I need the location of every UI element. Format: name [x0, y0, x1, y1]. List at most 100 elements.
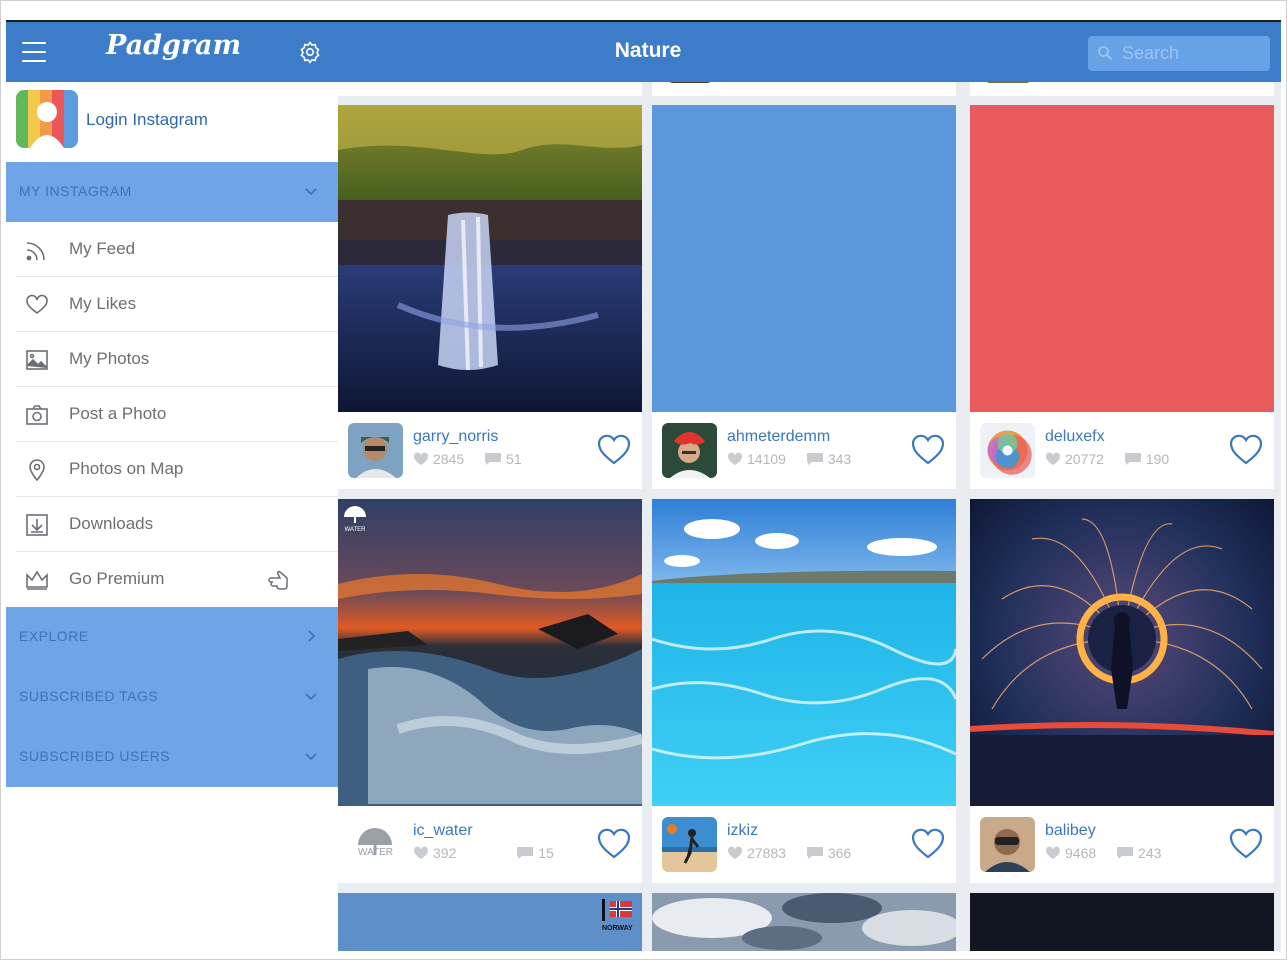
photo-card[interactable]: izkiz 27883 366 [652, 499, 956, 883]
search-box[interactable] [1088, 36, 1270, 71]
sidebar-item-label: Downloads [69, 514, 154, 533]
like-count: 14109 [727, 451, 786, 467]
sidebar-item-photos-on-map[interactable]: Photos on Map [6, 442, 338, 497]
post-image[interactable] [338, 499, 642, 806]
photo-card[interactable]: balibey 9468 243 [970, 499, 1274, 883]
post-image[interactable] [652, 893, 956, 951]
like-count: 2845 [413, 451, 464, 467]
post-username[interactable]: ahmeterdemm [727, 428, 830, 446]
post-footer: WATER ic_water 392 15 [338, 806, 642, 883]
like-count-value: 20772 [1065, 451, 1104, 467]
post-image[interactable] [652, 499, 956, 806]
like-count-icon [1045, 846, 1061, 859]
photo-card[interactable]: NORWAY [338, 893, 642, 951]
like-heart-icon[interactable] [1228, 826, 1264, 860]
post-footer: garry_norris 2845 51 [338, 412, 642, 489]
photo-card[interactable]: ahmeterdemm 14109 343 [652, 105, 956, 489]
post-stats: 392 15 [413, 845, 570, 861]
like-count-value: 9468 [1065, 845, 1097, 861]
pointing-hand-icon [268, 570, 288, 590]
sidebar-item-label: Post a Photo [69, 404, 167, 423]
crown-icon [26, 570, 48, 590]
post-image-placeholder[interactable] [652, 105, 956, 412]
post-image-placeholder[interactable] [970, 105, 1274, 412]
post-footer: ahmeterdemm 14109 343 [652, 412, 956, 489]
like-count-icon [727, 452, 743, 465]
section-explore[interactable]: EXPLORE [6, 607, 338, 667]
main-content: garry_norris 2845 51 ahmeterdemm 14109 3… [338, 22, 1281, 951]
comment-count-value: 15 [538, 845, 554, 861]
comment-count: 366 [806, 845, 851, 861]
search-input[interactable] [1122, 36, 1262, 71]
gear-icon[interactable] [298, 40, 322, 64]
photo-card[interactable] [970, 893, 1274, 951]
avatar[interactable] [980, 423, 1035, 478]
avatar[interactable] [348, 423, 403, 478]
comment-count-value: 343 [827, 451, 852, 467]
umbrella-icon [344, 506, 366, 523]
menu-icon[interactable] [22, 42, 46, 62]
post-stats: 20772 190 [1045, 451, 1185, 467]
post-stats: 9468 243 [1045, 845, 1177, 861]
download-icon [26, 514, 48, 536]
post-username[interactable]: deluxefx [1045, 428, 1105, 446]
avatar-text: WATER [358, 847, 393, 858]
avatar[interactable]: WATER [348, 817, 403, 872]
photo-card[interactable] [652, 893, 956, 951]
photo-card[interactable]: WATER WATER ic_water 392 15 [338, 499, 642, 883]
comment-count-value: 51 [506, 451, 522, 467]
comment-count: 343 [806, 451, 851, 467]
like-count-icon [727, 846, 743, 859]
avatar[interactable] [980, 817, 1035, 872]
avatar[interactable] [662, 423, 717, 478]
like-heart-icon[interactable] [596, 432, 632, 466]
like-count-value: 392 [433, 845, 457, 861]
sidebar-item-go-premium[interactable]: Go Premium [6, 552, 338, 607]
sidebar-item-post-a-photo[interactable]: Post a Photo [6, 387, 338, 442]
sidebar-item-my-photos[interactable]: My Photos [6, 332, 338, 387]
section-label: EXPLORE [19, 628, 89, 644]
section-my-instagram[interactable]: MY INSTAGRAM [6, 162, 338, 222]
norway-flag-icon [602, 899, 632, 921]
like-heart-icon[interactable] [910, 826, 946, 860]
post-image[interactable] [338, 105, 642, 412]
sidebar-header: Padgram [6, 22, 338, 82]
comment-icon [806, 847, 823, 859]
like-count: 27883 [727, 845, 786, 861]
login-label: Login Instagram [86, 110, 208, 129]
post-username[interactable]: garry_norris [413, 428, 498, 446]
avatar[interactable] [662, 817, 717, 872]
sidebar-item-my-likes[interactable]: My Likes [6, 277, 338, 332]
comment-icon [517, 847, 534, 859]
section-subscribed-users[interactable]: SUBSCRIBED USERS [6, 727, 338, 787]
sidebar-item-label: Go Premium [69, 569, 165, 588]
photo-card[interactable]: deluxefx 20772 190 [970, 105, 1274, 489]
section-label: MY INSTAGRAM [19, 183, 132, 199]
like-count-value: 14109 [747, 451, 786, 467]
post-username[interactable]: ic_water [413, 822, 473, 840]
login-instagram-row[interactable]: Login Instagram [6, 82, 338, 162]
like-count-icon [1045, 452, 1061, 465]
like-heart-icon[interactable] [596, 826, 632, 860]
comment-icon [1124, 453, 1141, 465]
post-image[interactable] [970, 499, 1274, 806]
sidebar-item-my-feed[interactable]: My Feed [6, 222, 338, 277]
comment-icon [485, 453, 502, 465]
photo-card[interactable]: garry_norris 2845 51 [338, 105, 642, 489]
comment-count: 190 [1124, 451, 1169, 467]
post-stats: 27883 366 [727, 845, 867, 861]
app-brand: Padgram [106, 30, 242, 61]
section-label: SUBSCRIBED TAGS [19, 688, 159, 704]
post-username[interactable]: balibey [1045, 822, 1096, 840]
like-count-value: 27883 [747, 845, 786, 861]
post-username[interactable]: izkiz [727, 822, 758, 840]
comment-count-value: 190 [1145, 451, 1170, 467]
section-subscribed-tags[interactable]: SUBSCRIBED TAGS [6, 667, 338, 727]
sidebar-item-downloads[interactable]: Downloads [6, 497, 338, 552]
like-heart-icon[interactable] [910, 432, 946, 466]
like-heart-icon[interactable] [1228, 432, 1264, 466]
comment-count-value: 366 [827, 845, 852, 861]
watermark-logo: WATER [342, 505, 368, 533]
chevron-down-icon [305, 188, 317, 196]
post-footer: balibey 9468 243 [970, 806, 1274, 883]
